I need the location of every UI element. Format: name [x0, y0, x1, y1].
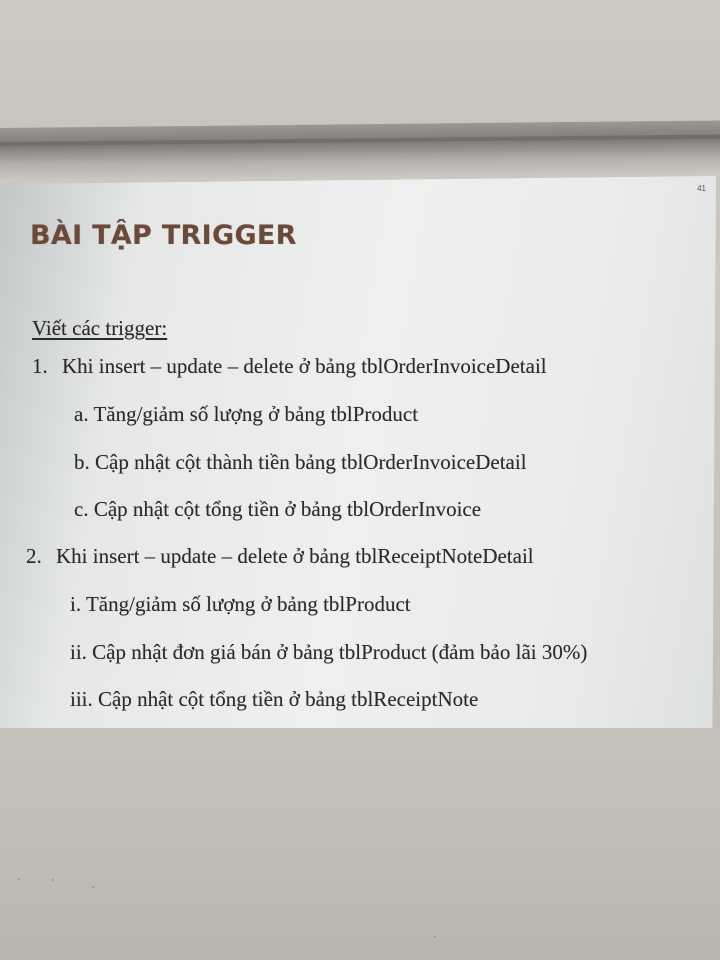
wall-background	[0, 0, 720, 140]
sub-item-2i: i. Tăng/giảm số lượng ở bảng tblProduct	[70, 592, 411, 616]
list-item-2-text: Khi insert – update – delete ở bảng tblR…	[56, 544, 534, 568]
list-item-2: 2. Khi insert – update – delete ở bảng tb…	[26, 544, 534, 569]
sub-item-2iii: iii. Cập nhật cột tổng tiền ở bảng tblRe…	[70, 687, 479, 711]
list-item-1-text: Khi insert – update – delete ở bảng tblO…	[62, 354, 547, 378]
dust-speck	[18, 878, 20, 880]
sub-item-1a: a. Tăng/giảm số lượng ở bảng tblProduct	[74, 402, 419, 426]
slide-intro: Viết các trigger:	[32, 316, 168, 340]
slide-title: BÀI TẬP TRIGGER	[30, 220, 297, 251]
list-item-1: 1. Khi insert – update – delete ở bảng tb…	[32, 354, 547, 379]
list-item-1-number: 1.	[32, 354, 48, 378]
sub-item-1c: c. Cập nhật cột tổng tiền ở bảng tblOrde…	[74, 497, 482, 521]
dust-speck	[92, 886, 94, 888]
lower-wall	[0, 728, 720, 960]
projected-slide: 41 BÀI TẬP TRIGGER Viết các trigger: 1. K…	[0, 176, 716, 728]
sub-item-2ii: ii. Cập nhật đơn giá bán ở bảng tblProdu…	[70, 640, 588, 664]
dust-speck	[434, 936, 436, 938]
list-item-2-number: 2.	[26, 544, 42, 568]
sub-item-1b: b. Cập nhật cột thành tiền bảng tblOrder…	[74, 450, 527, 474]
slide-page-number: 41	[697, 184, 706, 193]
dust-speck	[52, 879, 54, 881]
projector-screen-housing	[0, 120, 720, 180]
